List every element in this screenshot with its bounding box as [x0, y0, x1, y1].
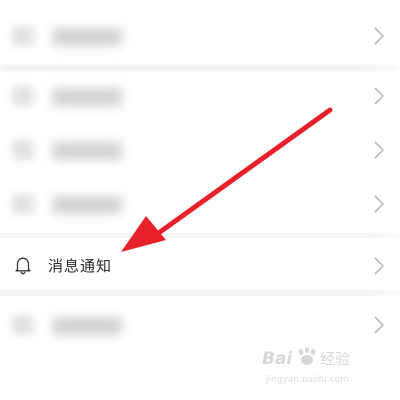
blurred-item-label	[52, 28, 122, 46]
chevron-right-icon	[372, 194, 386, 214]
blurred-item-icon	[12, 140, 34, 160]
chevron-right-icon	[372, 256, 386, 276]
settings-page: 消息通知 Bai 经验 jingyan.baidu.com	[0, 0, 400, 400]
blurred-item-icon	[12, 194, 34, 214]
settings-item-blurred-1[interactable]	[0, 8, 400, 64]
blurred-item-icon	[12, 315, 34, 335]
notifications-label: 消息通知	[48, 257, 113, 275]
svg-text:经验: 经验	[320, 350, 350, 368]
blurred-item-label	[52, 88, 122, 106]
blurred-item-icon	[12, 26, 34, 46]
settings-item-blurred-4[interactable]	[0, 176, 400, 232]
bell-icon	[14, 255, 32, 275]
settings-item-blurred-3[interactable]	[0, 122, 400, 178]
blurred-item-label	[52, 196, 122, 214]
chevron-right-icon	[372, 86, 386, 106]
chevron-right-icon	[372, 140, 386, 160]
blurred-item-icon	[12, 86, 34, 106]
svg-text:jingyan.baidu.com: jingyan.baidu.com	[265, 375, 349, 385]
blurred-item-label	[52, 142, 122, 160]
settings-item-blurred-2[interactable]	[0, 68, 400, 124]
chevron-right-icon	[372, 315, 386, 335]
svg-text:Bai: Bai	[262, 349, 293, 369]
blurred-item-label	[52, 317, 122, 335]
baidu-jingyan-watermark: Bai 经验 jingyan.baidu.com	[262, 342, 362, 392]
settings-group-top	[0, 0, 400, 233]
chevron-right-icon	[372, 26, 386, 46]
